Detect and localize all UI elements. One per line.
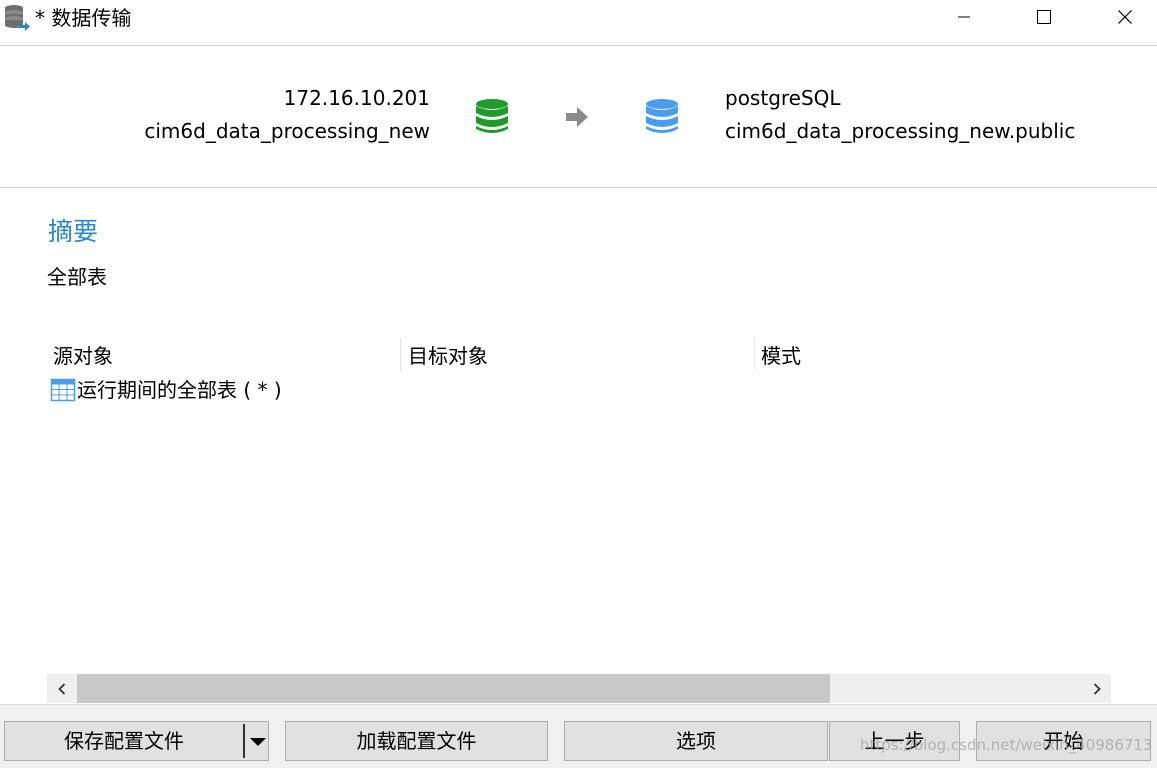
scroll-left-button[interactable]	[47, 674, 76, 703]
maximize-icon	[1037, 10, 1051, 24]
footer-button-bar: 保存配置文件 加载配置文件 选项 上一步 开始	[0, 704, 1157, 768]
connection-header: 172.16.10.201 cim6d_data_processing_new …	[0, 46, 1157, 188]
target-database: cim6d_data_processing_new.public	[725, 119, 1076, 143]
split-divider	[243, 724, 245, 758]
column-header-target[interactable]: 目标对象	[408, 344, 488, 368]
table-row[interactable]: 运行期间的全部表 ( * )	[50, 377, 282, 403]
data-transfer-app-icon	[5, 5, 30, 31]
title-bar: * 数据传输	[0, 0, 1157, 46]
minimize-button[interactable]	[934, 0, 994, 34]
source-database-icon	[476, 99, 508, 133]
close-button[interactable]	[1095, 0, 1155, 34]
start-button[interactable]: 开始	[976, 721, 1151, 761]
chevron-right-icon	[1093, 682, 1101, 695]
load-profile-button[interactable]: 加载配置文件	[285, 721, 548, 761]
options-button[interactable]: 选项	[564, 721, 828, 761]
column-header-mode[interactable]: 模式	[761, 344, 801, 368]
table-icon	[50, 378, 76, 402]
data-transfer-window: * 数据传输 172.16.10.201 cim6d_data_processi…	[0, 0, 1157, 768]
previous-step-button[interactable]: 上一步	[829, 721, 960, 761]
close-icon	[1118, 10, 1132, 24]
arrow-right-icon	[566, 107, 588, 127]
source-database: cim6d_data_processing_new	[144, 119, 430, 143]
summary-subtitle: 全部表	[47, 265, 107, 289]
column-divider[interactable]	[400, 338, 401, 372]
horizontal-scrollbar[interactable]	[47, 674, 1111, 703]
column-divider[interactable]	[754, 338, 755, 372]
chevron-left-icon	[57, 682, 65, 695]
save-profile-button[interactable]: 保存配置文件	[4, 721, 269, 761]
column-header-source[interactable]: 源对象	[53, 344, 113, 368]
save-profile-label: 保存配置文件	[64, 729, 184, 753]
window-title: * 数据传输	[35, 6, 132, 30]
row-source-object: 运行期间的全部表 ( * )	[77, 378, 282, 402]
minimize-icon	[958, 16, 970, 18]
source-host: 172.16.10.201	[283, 86, 430, 110]
summary-heading: 摘要	[48, 217, 99, 246]
target-database-icon	[646, 99, 678, 133]
scroll-thumb[interactable]	[77, 674, 830, 703]
target-host: postgreSQL	[725, 86, 841, 110]
maximize-button[interactable]	[1014, 0, 1074, 34]
scroll-right-button[interactable]	[1082, 674, 1111, 703]
dropdown-arrow-icon[interactable]	[249, 737, 267, 747]
